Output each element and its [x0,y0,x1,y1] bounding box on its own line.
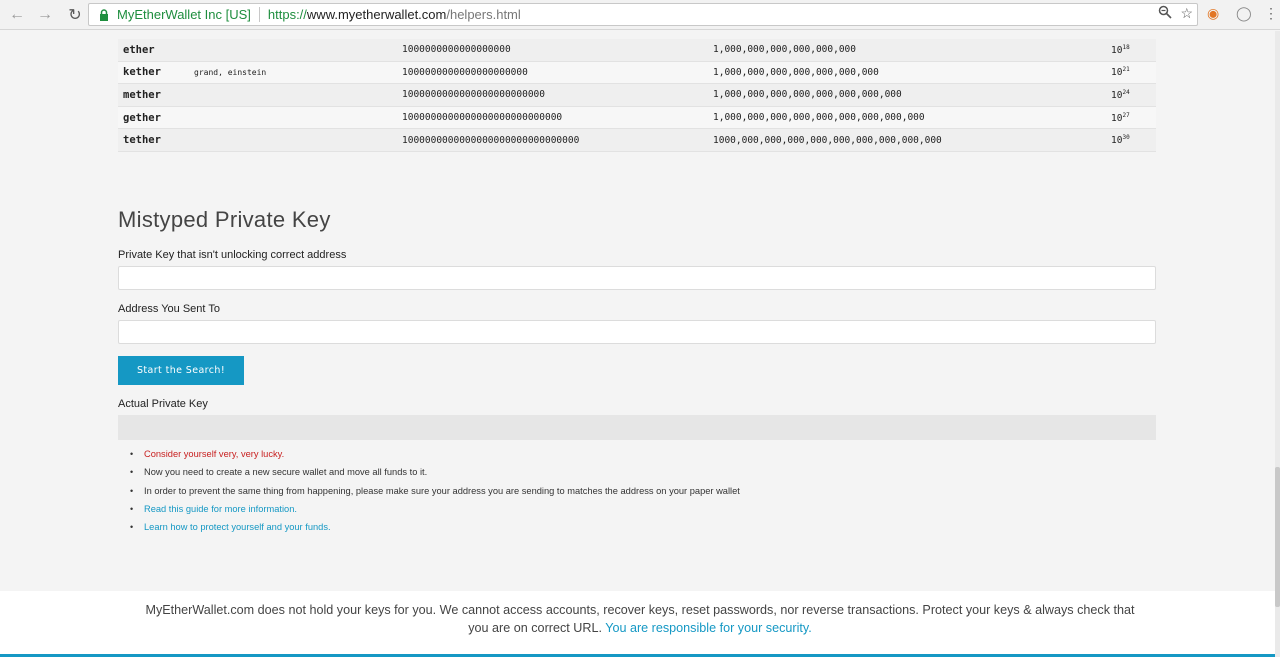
list-item: • In order to prevent the same thing from… [130,482,740,500]
unit-formatted-value: 1000,000,000,000,000,000,000,000,000,000 [713,134,942,146]
note-text: In order to prevent the same thing from … [144,485,740,496]
page-content: ether 1000000000000000000 1,000,000,000,00… [0,31,1280,657]
unit-formatted-value: 1,000,000,000,000,000,000,000,000 [713,89,902,101]
note-text: Consider yourself very, very lucky. [144,449,285,460]
unit-name: kether [123,66,161,79]
power-base: 10 [1111,112,1123,124]
metamask-fox-icon[interactable]: ◉ [1207,5,1219,22]
private-key-input[interactable] [118,266,1156,290]
power-exponent: 30 [1122,134,1130,142]
section-title: Mistyped Private Key [118,207,331,232]
ether-units-table: ether 1000000000000000000 1,000,000,000,00… [118,31,1156,152]
power-exponent: 18 [1122,43,1130,51]
table-header-remnant [118,31,1156,38]
power-exponent: 21 [1122,66,1130,74]
back-arrow-icon[interactable]: ← [6,4,28,26]
unit-alt-name: grand, einstein [194,67,267,77]
menu-dots-icon[interactable]: ⋮ [1264,5,1278,22]
start-search-button[interactable]: Start the Search! [118,356,244,385]
table-row: mether 1000000000000000000000000 1,000,000… [118,84,1156,107]
url-host: www.myetherwallet.com [306,7,447,22]
bullet-icon: • [130,467,134,478]
extension-circle-icon[interactable]: ◯ [1236,5,1252,22]
bullet-icon: • [130,504,134,515]
private-key-label: Private Key that isn't unlocking correct… [118,249,347,261]
address-label: Address You Sent To [118,303,220,315]
unit-wei-value: 1000000000000000000 [402,44,511,56]
bullet-icon: • [130,522,134,533]
url-text[interactable]: https://www.myetherwallet.com/helpers.ht… [268,7,521,22]
power-base: 10 [1111,135,1123,147]
power-exponent: 24 [1122,88,1130,96]
table-row: tether 1000000000000000000000000000000 100… [118,129,1156,152]
power-exponent: 27 [1122,111,1130,119]
unit-power: 1030 [1111,134,1130,146]
reload-icon[interactable]: ↻ [64,4,86,26]
bullet-icon: • [130,449,134,460]
forward-arrow-icon[interactable]: → [34,4,56,26]
footer-disclaimer: MyEtherWallet.com does not hold your key… [0,591,1280,654]
unit-power: 1027 [1111,112,1130,124]
omnibox-divider [258,7,260,22]
actual-private-key-output [118,415,1156,440]
scrollbar[interactable] [1275,31,1280,657]
bookmark-star-icon[interactable]: ☆ [1180,5,1193,22]
unit-wei-value: 1000000000000000000000 [402,66,528,78]
zoom-icon[interactable] [1158,5,1173,22]
result-notes: • Consider yourself very, very lucky. • Now… [130,445,740,536]
table-row: kether grand, einstein 1000000000000000000… [118,61,1156,85]
list-item: • Now you need to create a new secure wal… [130,463,740,481]
unit-name: gether [123,111,161,124]
unit-name: mether [123,88,161,101]
unit-power: 1021 [1111,66,1130,78]
unit-wei-value: 1000000000000000000000000 [402,89,545,101]
footer-line-1: MyEtherWallet.com does not hold your key… [145,603,1135,617]
lock-icon [97,8,111,22]
unit-formatted-value: 1,000,000,000,000,000,000,000,000,000 [713,112,925,124]
bullet-icon: • [130,485,134,496]
url-scheme: https:// [267,7,307,22]
note-text[interactable]: Learn how to protect yourself and your f… [144,522,331,532]
unit-name: ether [123,43,155,56]
unit-name: tether [123,134,161,147]
power-base: 10 [1111,67,1123,79]
footer-line-2: you are on correct URL. You are responsi… [0,619,1280,637]
ev-certificate-label[interactable]: MyEtherWallet Inc [US] [117,7,251,22]
url-path: /helpers.html [446,7,521,22]
unit-wei-value: 1000000000000000000000000000000 [402,134,580,146]
unit-formatted-value: 1,000,000,000,000,000,000,000 [713,66,879,78]
list-item[interactable]: • Read this guide for more information. [130,500,740,518]
address-input[interactable] [118,320,1156,344]
unit-formatted-value: 1,000,000,000,000,000,000 [713,44,856,56]
footer-line-2-text: you are on correct URL. [468,621,606,635]
list-item[interactable]: • Learn how to protect yourself and your … [130,518,740,536]
note-text[interactable]: Read this guide for more information. [144,504,297,514]
table-row: ether 1000000000000000000 1,000,000,000,00… [118,39,1156,62]
unit-power: 1018 [1111,44,1130,56]
note-text: Now you need to create a new secure wall… [144,467,428,478]
browser-toolbar: ← → ↻ MyEtherWallet Inc [US] https://www… [0,0,1280,30]
unit-wei-value: 1000000000000000000000000000 [402,112,563,124]
actual-private-key-label: Actual Private Key [118,398,208,410]
power-base: 10 [1111,90,1123,102]
address-bar[interactable]: MyEtherWallet Inc [US] https://www.myeth… [88,3,1198,26]
unit-power: 1024 [1111,89,1130,101]
list-item: • Consider yourself very, very lucky. [130,445,740,463]
table-row: gether 1000000000000000000000000000 1,000,… [118,106,1156,130]
scrollbar-thumb[interactable] [1275,467,1280,607]
security-link[interactable]: You are responsible for your security. [605,621,812,635]
power-base: 10 [1111,44,1123,56]
